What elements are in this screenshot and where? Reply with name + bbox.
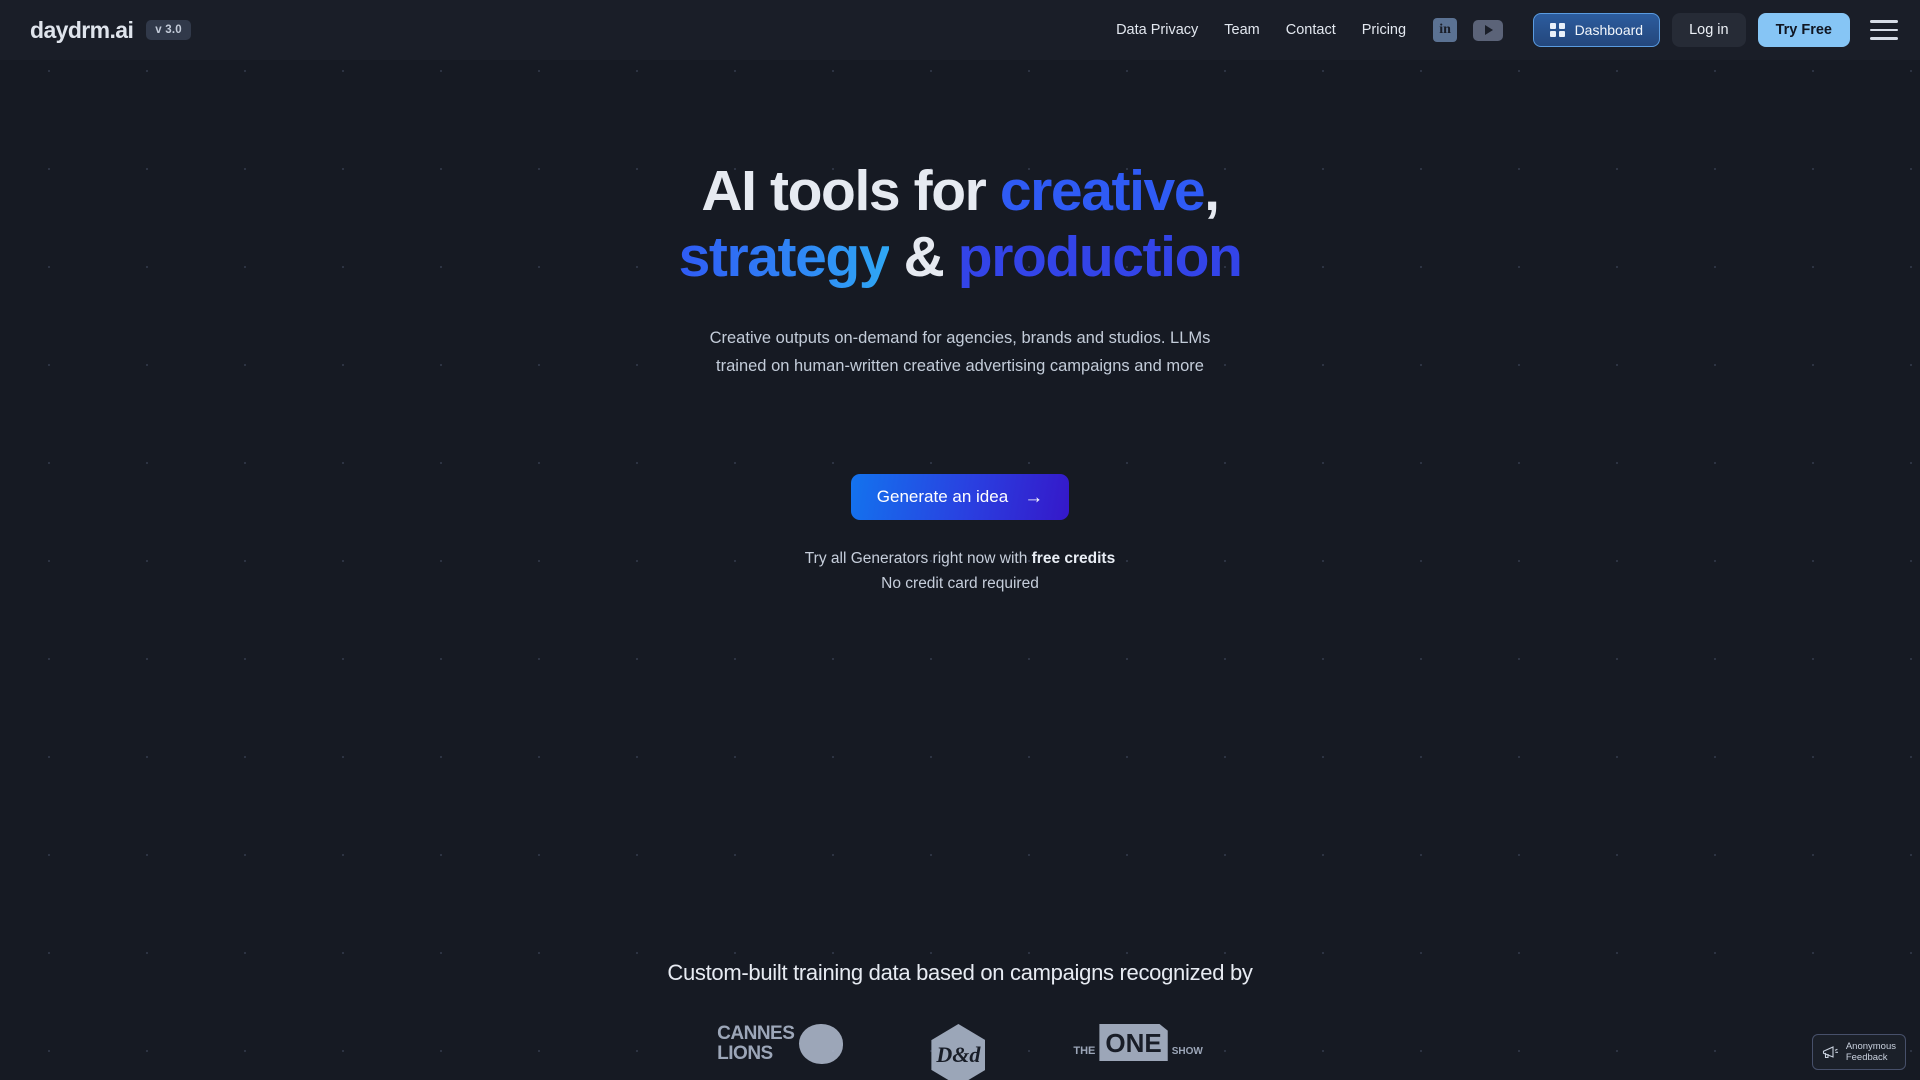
version-badge: v 3.0 [146, 20, 191, 40]
anonymous-feedback-widget[interactable]: Anonymous Feedback [1811, 1034, 1906, 1070]
heading-word-production: production [957, 225, 1243, 289]
hamburger-menu-icon[interactable] [1870, 20, 1898, 40]
dashboard-button-label: Dashboard [1574, 22, 1644, 38]
awards-section: Custom-built training data based on camp… [0, 960, 1920, 1080]
free-credits-note: Try all Generators right now with free c… [0, 550, 1920, 568]
nav-item-team[interactable]: Team [1211, 14, 1272, 46]
awards-title: Custom-built training data based on camp… [667, 960, 1253, 985]
free-credits-strong: free credits [1031, 550, 1116, 567]
heading-ampersand: & [889, 225, 958, 289]
no-credit-card-note: No credit card required [881, 575, 1039, 592]
header-right: Data Privacy Team Contact Pricing in Das… [1103, 13, 1898, 47]
dashboard-button[interactable]: Dashboard [1533, 13, 1661, 47]
feedback-label: Anonymous Feedback [1846, 1041, 1896, 1063]
free-credits-prefix: Try all Generators right now with [804, 550, 1032, 567]
brand-block[interactable]: daydrm.ai v 3.0 [30, 17, 191, 44]
cannes-line-1: CANNES [717, 1023, 795, 1044]
hero-subheading: Creative outputs on-demand for agencies,… [709, 329, 1211, 375]
heading-plain-1: AI tools for [701, 159, 1000, 223]
grid-icon [1550, 22, 1565, 38]
one-show-logo: THE ONE SHOW [1073, 1024, 1203, 1061]
linkedin-glyph: in [1439, 22, 1451, 37]
nav-item-data-privacy[interactable]: Data Privacy [1103, 14, 1211, 46]
play-triangle-icon [1485, 25, 1494, 35]
main-nav: Data Privacy Team Contact Pricing [1103, 14, 1419, 46]
heading-comma: , [1204, 159, 1220, 223]
youtube-icon[interactable] [1473, 19, 1504, 41]
one-show-show: SHOW [1171, 1046, 1203, 1057]
arrow-right-icon: → [1024, 486, 1044, 508]
try-free-button[interactable]: Try Free [1757, 13, 1850, 47]
nav-item-pricing[interactable]: Pricing [1349, 14, 1419, 46]
cannes-line-2: LIONS [717, 1043, 773, 1064]
heading-word-creative: creative [999, 159, 1206, 223]
logo-text[interactable]: daydrm.ai [30, 17, 134, 44]
feedback-line-1: Anonymous [1845, 1041, 1896, 1052]
linkedin-icon[interactable]: in [1433, 18, 1458, 42]
one-show-one: ONE [1099, 1024, 1168, 1061]
lion-head-icon [799, 1024, 844, 1064]
dad-logo: D&d [931, 1024, 986, 1080]
hero-section: AI tools for creative, strategy & produc… [0, 60, 1920, 593]
nav-item-contact[interactable]: Contact [1273, 14, 1349, 46]
generate-idea-label: Generate an idea [876, 487, 1009, 506]
site-header: daydrm.ai v 3.0 Data Privacy Team Contac… [0, 0, 1920, 60]
heading-word-strategy: strategy [678, 225, 891, 289]
cannes-lions-logo: CANNES LIONS [717, 1023, 844, 1064]
awards-logo-row: CANNES LIONS D&d THE ONE SHOW [0, 1024, 1920, 1080]
cta-wrapper: Generate an idea → [0, 474, 1920, 520]
feedback-line-2: Feedback [1845, 1052, 1888, 1063]
page-title: AI tools for creative, strategy & produc… [0, 158, 1920, 290]
megaphone-icon [1822, 1045, 1839, 1059]
one-show-the: THE [1073, 1045, 1096, 1057]
generate-idea-button[interactable]: Generate an idea → [850, 474, 1070, 520]
login-button[interactable]: Log in [1672, 13, 1746, 47]
